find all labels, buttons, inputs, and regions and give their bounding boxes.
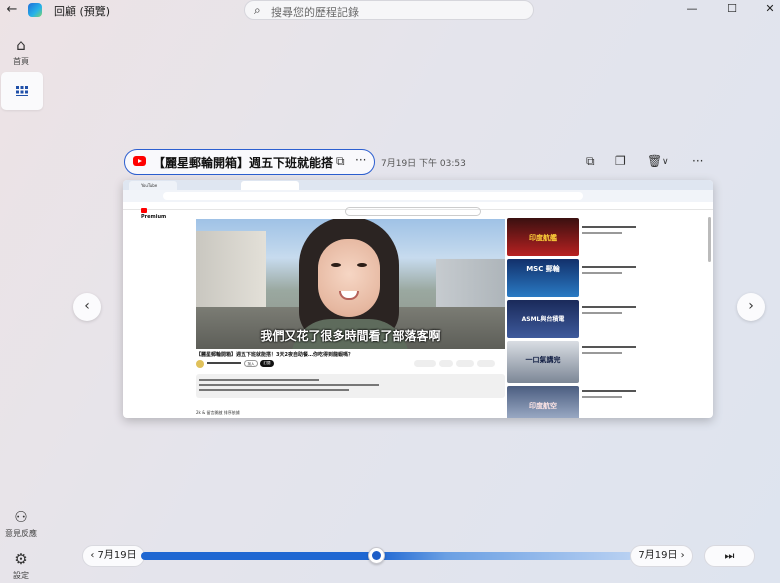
recommended-meta — [582, 272, 622, 274]
search-input[interactable]: ⌕ 搜尋您的歷程記錄 — [244, 0, 534, 20]
thumbnail-text: 印度航艦 — [529, 234, 557, 242]
thumbnail-text: 一口氣講完 — [525, 356, 561, 364]
title-bar: ← 回顧 (預覽) ⌕ 搜尋您的歷程記錄 — ☐ ✕ — [0, 0, 780, 20]
video-building — [196, 231, 266, 311]
video-person-face — [318, 239, 380, 317]
entry-timestamp: 7月19日 下午 03:53 — [381, 159, 466, 169]
download-button — [477, 360, 495, 367]
copy-icon[interactable]: ❐ — [615, 154, 626, 168]
recommended-title — [582, 226, 636, 228]
sidebar-item-label: 設定 — [13, 571, 29, 580]
recommended-meta — [582, 396, 622, 398]
skip-forward-icon: ⏭︎ — [724, 549, 735, 562]
channel-avatar — [196, 360, 204, 368]
chevron-left-icon: ‹ — [84, 298, 90, 314]
address-field — [163, 192, 583, 200]
recommended-title — [582, 306, 636, 308]
video-subtitle: 我們又花了很多時間看了部落客啊 — [260, 329, 441, 343]
close-button[interactable]: ✕ — [752, 0, 780, 20]
youtube-premium-logo: Premium — [141, 208, 166, 220]
video-building — [436, 259, 505, 309]
minimize-button[interactable]: — — [674, 0, 710, 20]
video-person-eye — [357, 263, 367, 267]
subscribe-button: 訂閱 — [260, 360, 274, 367]
timeline-slider-handle[interactable] — [368, 547, 385, 564]
recommended-thumbnail: ASML與台積電 — [507, 300, 579, 338]
sidebar-item-feedback[interactable]: ⚇ 意見反應 — [0, 508, 42, 539]
sidebar-item-label: 意見反應 — [5, 529, 37, 538]
back-arrow-icon[interactable]: ← — [4, 2, 20, 18]
timeline-next-day-button[interactable]: 7月19日 › — [630, 545, 693, 567]
like-button — [414, 360, 436, 367]
browser-tab-strip: YouTube — [123, 180, 713, 190]
video-title: 【麗星郵輪開箱】週五下班就能搭！3天2夜自助餐…你吃得到龍蝦嗎？ — [196, 352, 353, 358]
browser-address-bar — [123, 190, 713, 202]
home-icon: ⌂ — [16, 36, 26, 54]
timeline-grid-icon — [16, 86, 28, 96]
video-frame: 我們又花了很多時間看了部落客啊 — [196, 219, 505, 349]
timeline-next-day-label: 7月19日 — [638, 550, 678, 561]
copy-text-icon[interactable]: ⧉ — [586, 154, 595, 169]
recommended-title — [582, 390, 636, 392]
timeline-slider[interactable] — [141, 552, 633, 560]
youtube-search-box — [345, 207, 481, 216]
video-description — [196, 374, 505, 398]
recommended-meta — [582, 232, 622, 234]
channel-name — [207, 362, 241, 364]
recommended-thumbnail: 一口氣講完 — [507, 341, 579, 383]
comments-header: 2k & 留言開啟 排序依據 — [196, 410, 240, 415]
page-scrollbar — [708, 217, 711, 262]
more-options-icon[interactable]: ··· — [692, 154, 703, 168]
youtube-icon — [133, 156, 146, 166]
delete-icon[interactable]: 🗑︎ — [647, 154, 662, 168]
screenshot-preview[interactable]: YouTube Premium 我們又花了很多時間看了部落客啊 【麗星郵輪開箱】… — [123, 180, 713, 418]
sidebar-item-settings[interactable]: ⚙ 設定 — [0, 550, 42, 581]
thumbnail-text: ASML與台積電 — [521, 316, 565, 323]
sidebar-item-timeline[interactable] — [1, 72, 43, 110]
feedback-icon: ⚇ — [14, 508, 28, 526]
recommended-meta — [582, 312, 622, 314]
entry-title: 【麗星郵輪開箱】週五下班就能搭！3... — [153, 156, 333, 170]
video-person-eye — [331, 263, 341, 267]
gear-icon: ⚙ — [14, 550, 28, 568]
previous-snapshot-button[interactable]: ‹ — [73, 293, 101, 321]
thumbnail-text: 印度航空 — [529, 402, 557, 410]
description-line — [199, 384, 379, 386]
app-title: 回顧 (預覽) — [54, 5, 111, 18]
next-snapshot-button[interactable]: › — [737, 293, 765, 321]
browser-tab — [181, 181, 237, 190]
jump-to-now-button[interactable]: ⏭︎ — [704, 545, 755, 567]
channel-row: 加入 訂閱 — [196, 360, 505, 370]
description-line — [199, 379, 319, 381]
open-external-icon[interactable]: ⧉ — [336, 154, 345, 169]
chevron-right-icon: › — [680, 550, 685, 561]
timeline-prev-day-button[interactable]: ‹ 7月19日 — [82, 545, 145, 567]
chevron-right-icon: › — [748, 298, 754, 314]
description-line — [199, 389, 349, 391]
join-button: 加入 — [244, 360, 258, 367]
recommended-thumbnail: 印度航艦 — [507, 218, 579, 256]
share-button — [456, 360, 474, 367]
thumbnail-text: MSC 郵輪 — [526, 265, 560, 273]
app-logo-icon — [28, 3, 42, 17]
search-icon: ⌕ — [254, 3, 261, 17]
browser-tab — [241, 181, 299, 190]
sidebar-item-label: 首頁 — [13, 57, 29, 66]
recommended-thumbnail: MSC 郵輪 — [507, 259, 579, 297]
recommended-title — [582, 266, 636, 268]
recommended-meta — [582, 352, 622, 354]
more-icon[interactable]: ··· — [355, 153, 366, 167]
dislike-button — [439, 360, 453, 367]
sidebar-item-home[interactable]: ⌂ 首頁 — [0, 36, 42, 67]
search-placeholder: 搜尋您的歷程記錄 — [271, 6, 359, 19]
recommended-thumbnail: 印度航空 — [507, 386, 579, 418]
browser-tab: YouTube — [129, 181, 177, 190]
maximize-button[interactable]: ☐ — [714, 0, 750, 20]
chevron-left-icon: ‹ — [90, 550, 95, 561]
entry-title-pill[interactable]: 【麗星郵輪開箱】週五下班就能搭！3... ⧉ ··· — [124, 149, 375, 175]
chevron-down-icon[interactable]: ∨ — [662, 157, 669, 167]
timeline-prev-day-label: 7月19日 — [97, 550, 137, 561]
recommended-title — [582, 346, 636, 348]
